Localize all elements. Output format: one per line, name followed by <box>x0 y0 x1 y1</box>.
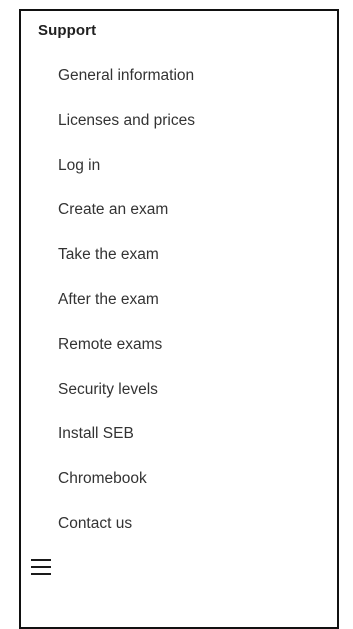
support-menu: General information Licenses and prices … <box>58 65 195 558</box>
support-navigation-panel: Support General information Licenses and… <box>19 9 339 629</box>
menu-item-contact-us[interactable]: Contact us <box>58 513 195 558</box>
menu-item-log-in[interactable]: Log in <box>58 155 195 200</box>
menu-item-install-seb[interactable]: Install SEB <box>58 423 195 468</box>
section-title-support: Support <box>38 22 97 39</box>
menu-item-remote-exams[interactable]: Remote exams <box>58 334 195 379</box>
menu-item-create-an-exam[interactable]: Create an exam <box>58 199 195 244</box>
menu-item-security-levels[interactable]: Security levels <box>58 379 195 424</box>
menu-item-licenses-and-prices[interactable]: Licenses and prices <box>58 110 195 155</box>
menu-item-take-the-exam[interactable]: Take the exam <box>58 244 195 289</box>
menu-item-chromebook[interactable]: Chromebook <box>58 468 195 513</box>
menu-item-general-information[interactable]: General information <box>58 65 195 110</box>
hamburger-menu-icon[interactable] <box>31 559 53 576</box>
menu-item-after-the-exam[interactable]: After the exam <box>58 289 195 334</box>
